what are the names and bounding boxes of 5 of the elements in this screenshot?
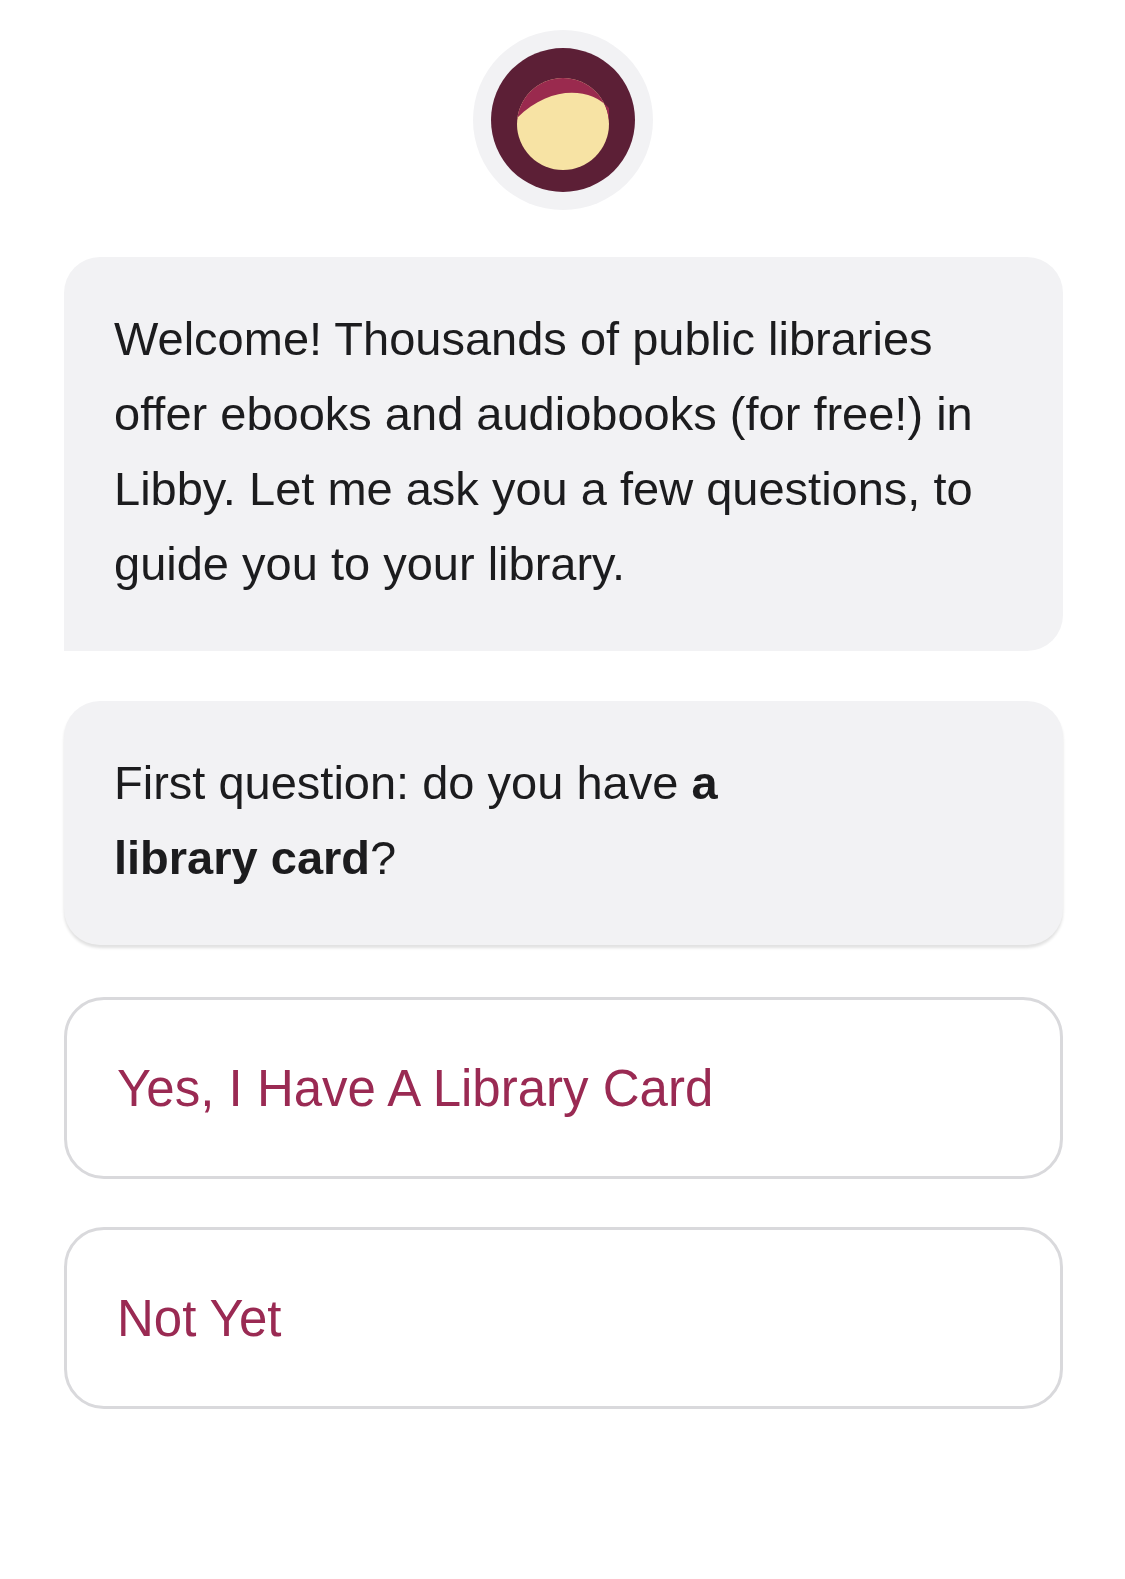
answer-button[interactable]: Yes, I Have A Library Card [64,997,1063,1179]
message-text: First question: do you have a library card? [114,755,719,886]
message-text: Welcome! Thousands of public libraries offer ebooks and audiobooks (for free!) in Libby. Let me ask you a few questions, to guide you to your library. [114,311,974,592]
avatar-icon [490,48,635,192]
answer-button[interactable]: Not Yet [64,1227,1063,1409]
